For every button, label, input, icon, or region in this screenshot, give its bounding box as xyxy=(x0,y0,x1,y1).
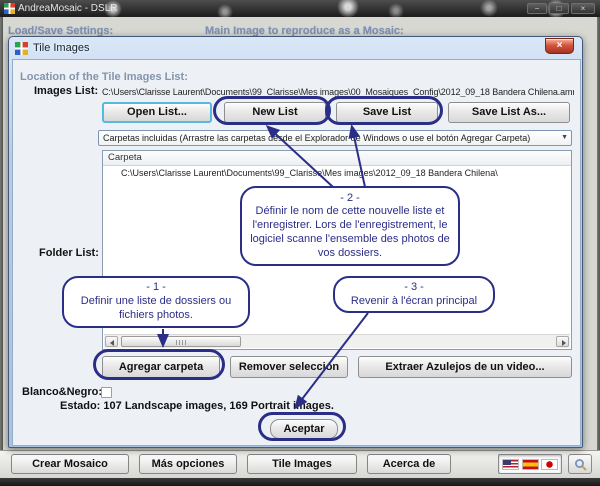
japan-flag-icon[interactable] xyxy=(541,459,558,470)
magnifier-button[interactable] xyxy=(568,454,592,474)
magnifier-icon xyxy=(574,458,587,471)
acerca-de-button[interactable]: Acerca de xyxy=(367,454,451,474)
crear-mosaico-button[interactable]: Crear Mosaico xyxy=(11,454,129,474)
estado-label: Estado: xyxy=(60,400,100,412)
callout-2-text: Définir le nom de cette nouvelle liste e… xyxy=(250,205,450,260)
chevron-down-icon[interactable]: ▼ xyxy=(561,134,568,141)
remover-seleccion-button[interactable]: Remover selección xyxy=(230,356,348,378)
blanco-negro-label: Blanco&Negro: xyxy=(22,386,102,398)
extraer-azulejos-button[interactable]: Extraer Azulejos de un video... xyxy=(358,356,572,378)
dialog-title: Tile Images xyxy=(33,42,89,54)
carpeta-column-header[interactable]: Carpeta xyxy=(103,151,571,166)
estado-line: Estado: 107 Landscape images, 169 Portra… xyxy=(60,400,334,412)
spain-flag-icon[interactable] xyxy=(522,459,539,470)
estado-value: 107 Landscape images, 169 Portrait image… xyxy=(103,400,334,412)
scrollbar-thumb[interactable] xyxy=(121,336,241,347)
scroll-right-arrow[interactable] xyxy=(556,336,569,347)
halo-aceptar xyxy=(258,412,346,441)
main-window-titlebar[interactable]: AndreaMosaic - DSLR − □ × xyxy=(0,0,600,17)
mas-opciones-button[interactable]: Más opciones xyxy=(139,454,237,474)
images-list-label: Images List: xyxy=(34,85,98,97)
dialog-titlebar[interactable]: Tile Images xyxy=(9,37,582,59)
callout-1-number: - 1 - xyxy=(72,281,240,295)
minimize-button[interactable]: − xyxy=(527,3,547,14)
andreamosaic-app-icon xyxy=(4,3,15,14)
folder-list-label: Folder List: xyxy=(39,247,99,259)
save-list-as-button[interactable]: Save List As... xyxy=(448,102,570,123)
halo-agregar-carpeta xyxy=(93,349,225,380)
maximize-button[interactable]: □ xyxy=(549,3,569,14)
window-bottom-edge xyxy=(0,478,600,486)
screen: AndreaMosaic - DSLR − □ × Load/Save Sett… xyxy=(0,0,600,486)
annotation-callout-2: - 2 - Définir le nom de cette nouvelle l… xyxy=(240,186,460,266)
close-button[interactable]: × xyxy=(571,3,595,14)
window-edge-left xyxy=(0,17,3,478)
dialog-close-button[interactable]: × xyxy=(545,38,574,54)
callout-3-text: Revenir à l'écran principal xyxy=(343,295,485,309)
callout-3-number: - 3 - xyxy=(343,281,485,295)
callout-2-number: - 2 - xyxy=(250,192,450,206)
annotation-callout-1: - 1 - Definir une liste de dossiers ou f… xyxy=(62,276,250,328)
language-flags-panel[interactable] xyxy=(498,454,562,474)
halo-new-list xyxy=(213,96,331,125)
horizontal-scrollbar[interactable] xyxy=(104,334,570,348)
folders-dropdown[interactable]: Carpetas incluidas (Arrastre las carpeta… xyxy=(98,130,572,146)
section-title: Location of the Tile Images List: xyxy=(20,71,188,83)
blanco-negro-checkbox[interactable] xyxy=(101,387,112,398)
annotation-callout-3: - 3 - Revenir à l'écran principal xyxy=(333,276,495,313)
open-list-button[interactable]: Open List... xyxy=(102,102,212,123)
callout-1-text: Definir une liste de dossiers ou fichier… xyxy=(72,295,240,323)
tile-images-button[interactable]: Tile Images xyxy=(247,454,357,474)
us-flag-icon[interactable] xyxy=(502,459,519,470)
main-window-title: AndreaMosaic - DSLR xyxy=(18,3,117,14)
folder-row[interactable]: C:\Users\Clarisse Laurent\Documents\99_C… xyxy=(103,168,571,178)
scroll-left-arrow[interactable] xyxy=(105,336,118,347)
dialog-icon xyxy=(15,42,28,55)
halo-save-list xyxy=(325,96,443,125)
folders-dropdown-value: Carpetas incluidas (Arrastre las carpeta… xyxy=(103,133,530,143)
